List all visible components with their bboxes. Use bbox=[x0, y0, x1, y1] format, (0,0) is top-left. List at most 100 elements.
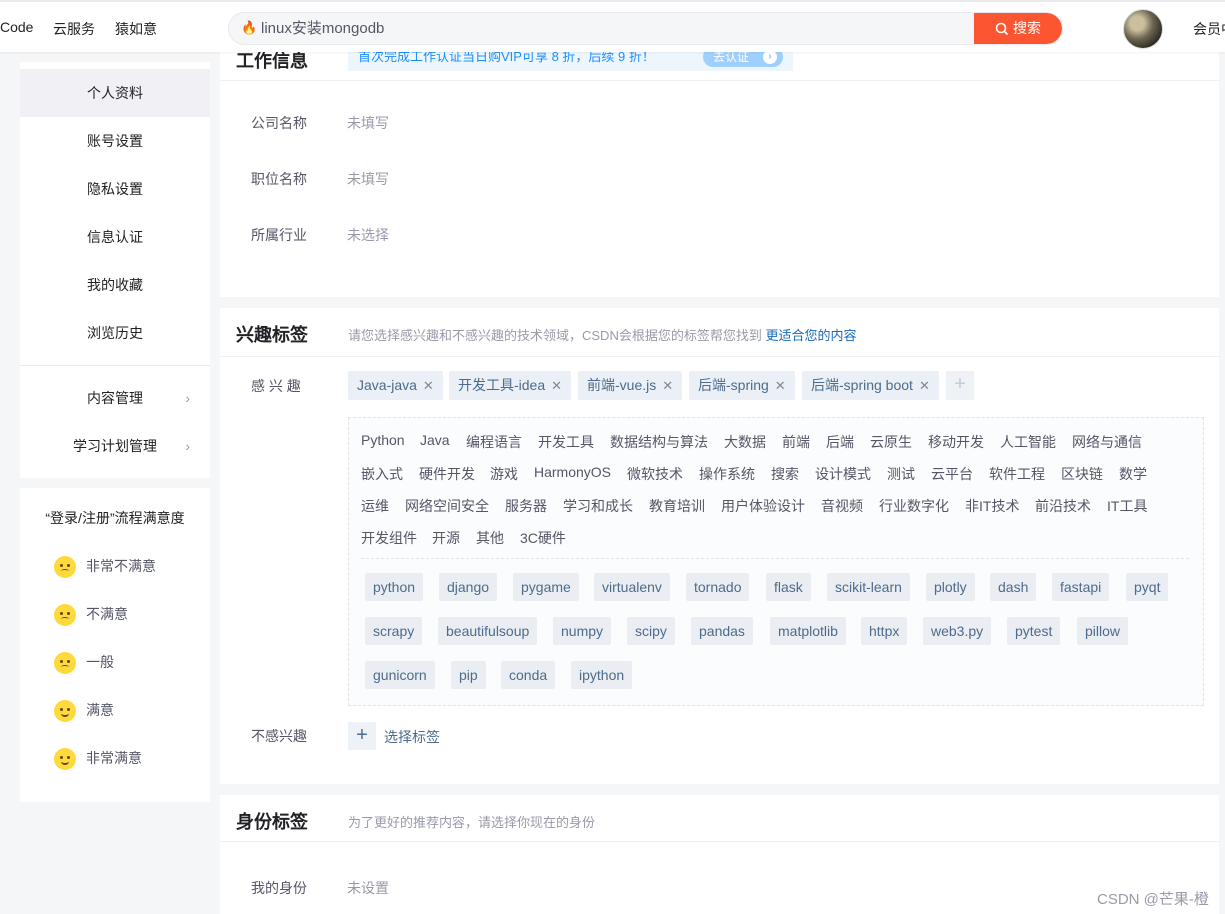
sidebar-item-history[interactable]: 浏览历史 bbox=[20, 309, 210, 357]
remove-tag-icon[interactable]: ✕ bbox=[423, 378, 434, 393]
category-tab[interactable]: 其他 bbox=[476, 528, 504, 548]
sidebar-item-favorites[interactable]: 我的收藏 bbox=[20, 261, 210, 309]
industry-value[interactable]: 未选择 bbox=[347, 225, 389, 245]
category-tab[interactable]: 教育培训 bbox=[649, 496, 705, 516]
tag-chip[interactable]: flask bbox=[766, 573, 811, 601]
category-tab[interactable]: IT工具 bbox=[1107, 496, 1147, 516]
nav-link-member-center[interactable]: 会员中 bbox=[1193, 19, 1225, 39]
category-tab[interactable]: 服务器 bbox=[505, 496, 547, 516]
category-tab[interactable]: 后端 bbox=[826, 432, 854, 452]
category-tab[interactable]: 数据结构与算法 bbox=[610, 432, 708, 452]
tag-chip[interactable]: pandas bbox=[691, 617, 753, 645]
sidebar-item-verification[interactable]: 信息认证 bbox=[20, 213, 210, 261]
survey-option-dissatisfied[interactable]: 不满意 bbox=[54, 602, 128, 627]
sidebar-item-privacy-settings[interactable]: 隐私设置 bbox=[20, 165, 210, 213]
category-tab[interactable]: 前端 bbox=[782, 432, 810, 452]
tag-chip[interactable]: plotly bbox=[926, 573, 975, 601]
category-tab[interactable]: 云平台 bbox=[931, 464, 973, 484]
tag-chip[interactable]: ipython bbox=[571, 661, 633, 689]
tag-chip[interactable]: scrapy bbox=[365, 617, 423, 645]
category-tab[interactable]: 搜索 bbox=[771, 464, 799, 484]
category-tab[interactable]: 网络空间安全 bbox=[405, 496, 489, 516]
category-tab[interactable]: 硬件开发 bbox=[419, 464, 475, 484]
category-tab[interactable]: 学习和成长 bbox=[563, 496, 633, 516]
category-tab[interactable]: 软件工程 bbox=[989, 464, 1045, 484]
category-tab[interactable]: 开发组件 bbox=[361, 528, 417, 548]
remove-tag-icon[interactable]: ✕ bbox=[775, 378, 786, 393]
category-tab[interactable]: 非IT技术 bbox=[965, 496, 1019, 516]
search-button[interactable]: 搜索 bbox=[974, 13, 1062, 44]
tag-chip[interactable]: pytest bbox=[1007, 617, 1061, 645]
category-tab[interactable]: 开源 bbox=[432, 528, 460, 548]
nav-link-yuanruyi[interactable]: 猿如意 bbox=[115, 19, 157, 39]
category-tab[interactable]: 微软技术 bbox=[627, 464, 683, 484]
tag-chip[interactable]: virtualenv bbox=[594, 573, 670, 601]
category-tab[interactable]: 前沿技术 bbox=[1035, 496, 1091, 516]
category-tab[interactable]: 云原生 bbox=[870, 432, 912, 452]
category-tab[interactable]: 测试 bbox=[887, 464, 915, 484]
tag-chip[interactable]: web3.py bbox=[923, 617, 992, 645]
search-input[interactable]: linux安装mongodb bbox=[261, 13, 384, 44]
category-tab[interactable]: HarmonyOS bbox=[534, 464, 611, 480]
user-avatar[interactable] bbox=[1123, 9, 1163, 49]
category-tab[interactable]: 区块链 bbox=[1061, 464, 1103, 484]
category-tab[interactable]: 设计模式 bbox=[815, 464, 871, 484]
tag-chip[interactable]: beautifulsoup bbox=[438, 617, 538, 645]
category-tab[interactable]: 运维 bbox=[361, 496, 389, 516]
sidebar-item-study-plan[interactable]: 学习计划管理 › bbox=[20, 422, 210, 470]
category-tab[interactable]: 3C硬件 bbox=[520, 528, 566, 548]
sidebar-item-content-management[interactable]: 内容管理 › bbox=[20, 374, 210, 422]
survey-option-neutral[interactable]: 一般 bbox=[54, 650, 114, 675]
remove-tag-icon[interactable]: ✕ bbox=[662, 378, 673, 393]
remove-tag-icon[interactable]: ✕ bbox=[551, 378, 562, 393]
category-tab[interactable]: 大数据 bbox=[724, 432, 766, 452]
tag-chip[interactable]: scikit-learn bbox=[827, 573, 910, 601]
category-tab[interactable]: 用户体验设计 bbox=[721, 496, 805, 516]
category-tab[interactable]: 人工智能 bbox=[1000, 432, 1056, 452]
category-tab[interactable]: Python bbox=[361, 432, 405, 448]
category-tab[interactable]: 网络与通信 bbox=[1072, 432, 1142, 452]
sidebar-item-account-settings[interactable]: 账号设置 bbox=[20, 117, 210, 165]
survey-option-very-dissatisfied[interactable]: 非常不满意 bbox=[54, 554, 156, 579]
category-tab[interactable]: Java bbox=[420, 432, 450, 448]
better-content-link[interactable]: 更适合您的内容 bbox=[765, 328, 856, 343]
tag-chip[interactable]: matplotlib bbox=[770, 617, 846, 645]
add-interest-tag-button[interactable]: + bbox=[946, 371, 974, 400]
survey-option-very-satisfied[interactable]: 非常满意 bbox=[54, 746, 142, 771]
tag-chip[interactable]: conda bbox=[501, 661, 556, 689]
tag-chip[interactable]: pyqt bbox=[1126, 573, 1169, 601]
tag-chip[interactable]: django bbox=[439, 573, 498, 601]
category-tab[interactable]: 编程语言 bbox=[466, 432, 522, 452]
tag-chip[interactable]: pillow bbox=[1077, 617, 1129, 645]
survey-option-satisfied[interactable]: 满意 bbox=[54, 698, 114, 723]
tag-chip[interactable]: pygame bbox=[513, 573, 579, 601]
search-box[interactable]: 🔥 linux安装mongodb 搜索 bbox=[228, 12, 1063, 45]
tag-chip[interactable]: dash bbox=[990, 573, 1037, 601]
sidebar-item-profile[interactable]: 个人资料 bbox=[20, 69, 210, 117]
my-identity-value[interactable]: 未设置 bbox=[347, 878, 389, 898]
category-tab[interactable]: 行业数字化 bbox=[879, 496, 949, 516]
remove-tag-icon[interactable]: ✕ bbox=[919, 378, 930, 393]
category-tab[interactable]: 游戏 bbox=[490, 464, 518, 484]
tag-chip[interactable]: fastapi bbox=[1052, 573, 1110, 601]
category-tab[interactable]: 音视频 bbox=[821, 496, 863, 516]
choose-tags-link[interactable]: 选择标签 bbox=[384, 727, 440, 747]
job-title-value[interactable]: 未填写 bbox=[347, 169, 389, 189]
nav-link-cloud[interactable]: 云服务 bbox=[53, 19, 95, 39]
tag-chip[interactable]: python bbox=[365, 573, 424, 601]
nav-link-code[interactable]: Code bbox=[0, 19, 33, 35]
category-tab[interactable]: 移动开发 bbox=[928, 432, 984, 452]
category-tab[interactable]: 操作系统 bbox=[699, 464, 755, 484]
tag-chip[interactable]: pip bbox=[451, 661, 486, 689]
tag-chip[interactable]: tornado bbox=[686, 573, 750, 601]
industry-label: 所属行业 bbox=[251, 227, 307, 243]
tag-chip[interactable]: httpx bbox=[861, 617, 908, 645]
company-name-value[interactable]: 未填写 bbox=[347, 113, 389, 133]
category-tab[interactable]: 数学 bbox=[1119, 464, 1147, 484]
tag-chip[interactable]: numpy bbox=[553, 617, 612, 645]
tag-chip[interactable]: gunicorn bbox=[365, 661, 435, 689]
add-not-interested-button[interactable]: + bbox=[348, 722, 376, 750]
category-tab[interactable]: 嵌入式 bbox=[361, 464, 403, 484]
tag-chip[interactable]: scipy bbox=[627, 617, 675, 645]
category-tab[interactable]: 开发工具 bbox=[538, 432, 594, 452]
